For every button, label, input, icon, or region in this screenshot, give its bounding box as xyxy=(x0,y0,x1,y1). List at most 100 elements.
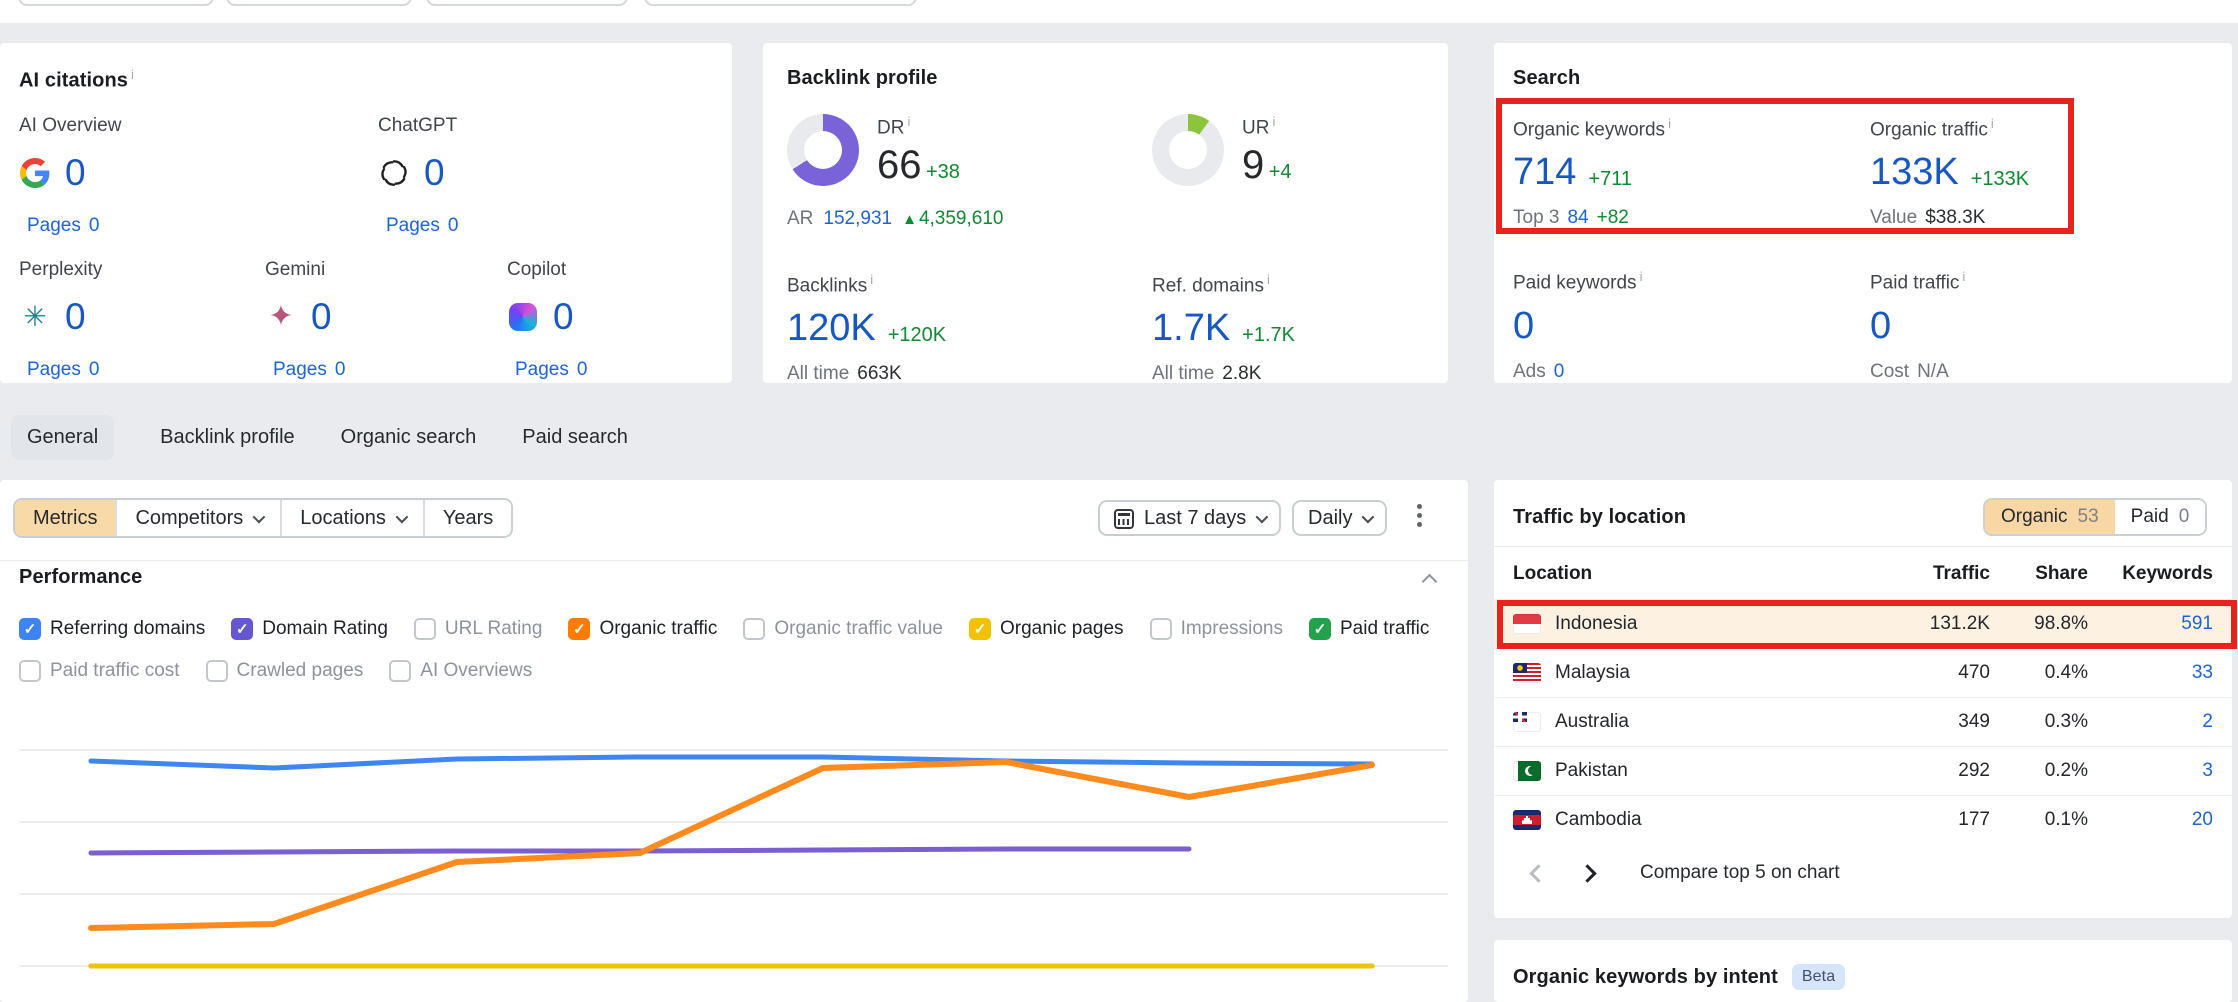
table-row-indonesia[interactable]: Indonesia 131.2K 98.8% 591 xyxy=(1494,599,2232,648)
gemini-count: 0 xyxy=(311,296,332,338)
tab-backlink-profile[interactable]: Backlink profile xyxy=(160,415,295,460)
info-icon[interactable]: i xyxy=(1267,272,1270,287)
calendar-icon xyxy=(1114,509,1134,529)
search-card: Search Organic keywordsi 714+711 Top 384… xyxy=(1494,43,2232,383)
info-icon[interactable]: i xyxy=(907,114,910,129)
chatgpt-count: 0 xyxy=(424,152,445,194)
chatgpt-pages-link[interactable]: 0 xyxy=(448,215,459,236)
table-row-malaysia[interactable]: Malaysia 470 0.4% 33 xyxy=(1494,648,2232,697)
dr-donut-chart xyxy=(787,114,859,186)
paid-keywords-value[interactable]: 0 xyxy=(1513,307,1534,345)
chevron-down-icon xyxy=(395,510,408,523)
search-title: Search xyxy=(1513,67,2212,90)
date-range-button[interactable]: Last 7 days xyxy=(1098,500,1281,536)
ref-domains-block: Ref. domainsi 1.7K+1.7K All time2.8K xyxy=(1152,272,1295,385)
organic-keywords-value[interactable]: 714 xyxy=(1513,153,1576,191)
checkbox-crawled-pages[interactable]: Crawled pages xyxy=(206,660,364,682)
paid-keywords-block: Paid keywordsi 0 Ads0 xyxy=(1513,269,1870,382)
checkbox-organic-traffic-value[interactable]: Organic traffic value xyxy=(743,618,943,640)
ur-delta: +4 xyxy=(1269,161,1292,183)
ai-citations-row-2: Perplexity ✳0 Pages0 Gemini ✦0 Pages0 Co… xyxy=(19,259,712,381)
top-cutoff-control-3[interactable] xyxy=(426,0,628,6)
top3-delta: +82 xyxy=(1597,207,1629,228)
ref-domains-delta: +1.7K xyxy=(1242,324,1295,347)
url-rating-donut-block: URi 9 +4 xyxy=(1152,114,1292,186)
checkbox-impressions[interactable]: Impressions xyxy=(1150,618,1283,640)
metrics-segment[interactable]: Metrics xyxy=(15,500,115,536)
info-icon[interactable]: i xyxy=(1991,116,1994,131)
backlink-profile-title: Backlink profile xyxy=(787,67,1428,90)
top-cutoff-control-4[interactable] xyxy=(644,0,917,6)
next-page-chevron-icon[interactable] xyxy=(1578,864,1596,882)
ads-link[interactable]: 0 xyxy=(1554,361,1565,382)
tab-organic-search[interactable]: Organic search xyxy=(341,415,477,460)
metric-checkbox-row-1: ✓Referring domains ✓Domain Rating URL Ra… xyxy=(19,618,1429,640)
paid-traffic-value[interactable]: 0 xyxy=(1870,307,1891,345)
compare-top5-label[interactable]: Compare top 5 on chart xyxy=(1640,862,1840,884)
performance-line-chart[interactable] xyxy=(0,700,1468,1002)
metric-checkbox-row-2: Paid traffic cost Crawled pages AI Overv… xyxy=(19,660,532,682)
info-icon[interactable]: i xyxy=(1962,269,1965,284)
series-organic-traffic xyxy=(91,762,1372,928)
table-row-pakistan[interactable]: Pakistan 292 0.2% 3 xyxy=(1494,746,2232,795)
ai-overview-block: AI Overview 0 Pages0 xyxy=(19,115,378,237)
keywords-link[interactable]: 33 xyxy=(2088,662,2213,684)
top-cutoff-control-1[interactable] xyxy=(18,0,214,6)
keywords-link[interactable]: 2 xyxy=(2088,711,2213,733)
organic-traffic-value[interactable]: 133K xyxy=(1870,153,1959,191)
info-icon[interactable]: i xyxy=(1640,269,1643,284)
pakistan-flag-icon xyxy=(1513,761,1541,781)
beta-badge: Beta xyxy=(1792,964,1845,990)
organic-paid-toggle: Organic53 Paid0 xyxy=(1983,498,2207,536)
keywords-link[interactable]: 20 xyxy=(2088,809,2213,831)
organic-traffic-block: Organic traffici 133K+133K Value$38.3K xyxy=(1870,116,2029,229)
info-icon[interactable]: i xyxy=(1668,116,1671,131)
years-segment[interactable]: Years xyxy=(423,500,511,536)
toggle-paid[interactable]: Paid0 xyxy=(2115,500,2206,534)
keywords-link[interactable]: 3 xyxy=(2088,760,2213,782)
authority-rank-line: AR152,931▲4,359,610 xyxy=(787,208,1152,230)
checkbox-organic-pages[interactable]: ✓Organic pages xyxy=(969,618,1124,640)
ai-overview-pages-link[interactable]: 0 xyxy=(89,215,100,236)
info-icon[interactable]: i xyxy=(131,67,134,82)
checkbox-domain-rating[interactable]: ✓Domain Rating xyxy=(231,618,388,640)
more-options-kebab-icon[interactable] xyxy=(1416,504,1422,531)
collapse-chevron-icon[interactable] xyxy=(1422,574,1438,590)
location-table-header: Location Traffic Share Keywords xyxy=(1494,546,2232,599)
gemini-pages-link[interactable]: 0 xyxy=(335,359,346,380)
info-icon[interactable]: i xyxy=(870,272,873,287)
dr-delta: +38 xyxy=(926,161,960,183)
top-cutoff-control-2[interactable] xyxy=(226,0,412,6)
table-row-australia[interactable]: Australia 349 0.3% 2 xyxy=(1494,697,2232,746)
domain-overview-page: AI citationsi AI Overview 0 Pages0 ChatG… xyxy=(0,0,2238,1002)
australia-flag-icon xyxy=(1513,712,1541,732)
checkbox-referring-domains[interactable]: ✓Referring domains xyxy=(19,618,205,640)
checkbox-paid-traffic[interactable]: ✓Paid traffic xyxy=(1309,618,1429,640)
perplexity-icon: ✳ xyxy=(19,301,51,333)
locations-segment[interactable]: Locations xyxy=(280,500,423,536)
ref-domains-value[interactable]: 1.7K xyxy=(1152,309,1230,347)
perplexity-pages-link[interactable]: 0 xyxy=(89,359,100,380)
ur-value: 9 xyxy=(1242,143,1264,187)
table-row-cambodia[interactable]: Cambodia 177 0.1% 20 xyxy=(1494,795,2232,844)
prev-page-chevron-icon[interactable] xyxy=(1529,864,1547,882)
ar-value-link[interactable]: 152,931 xyxy=(823,208,892,229)
tab-paid-search[interactable]: Paid search xyxy=(522,415,628,460)
checkbox-ai-overviews[interactable]: AI Overviews xyxy=(389,660,532,682)
chatgpt-block: ChatGPT 0 Pages0 xyxy=(378,115,458,237)
granularity-button[interactable]: Daily xyxy=(1292,500,1387,536)
checkbox-organic-traffic[interactable]: ✓Organic traffic xyxy=(568,618,717,640)
competitors-segment[interactable]: Competitors xyxy=(115,500,280,536)
tab-general[interactable]: General xyxy=(11,415,114,460)
info-icon[interactable]: i xyxy=(1272,114,1275,129)
backlinks-value[interactable]: 120K xyxy=(787,309,876,347)
top-toolbar-cutoff xyxy=(0,0,2238,23)
checkbox-paid-traffic-cost[interactable]: Paid traffic cost xyxy=(19,660,180,682)
top3-link[interactable]: 84 xyxy=(1567,207,1588,228)
toggle-organic[interactable]: Organic53 xyxy=(1985,500,2115,534)
keywords-link[interactable]: 591 xyxy=(2088,613,2213,635)
checkbox-url-rating[interactable]: URL Rating xyxy=(414,618,543,640)
organic-keywords-delta: +711 xyxy=(1588,168,1632,191)
ai-citations-row-1: AI Overview 0 Pages0 ChatGPT xyxy=(19,115,712,237)
copilot-pages-link[interactable]: 0 xyxy=(577,359,588,380)
